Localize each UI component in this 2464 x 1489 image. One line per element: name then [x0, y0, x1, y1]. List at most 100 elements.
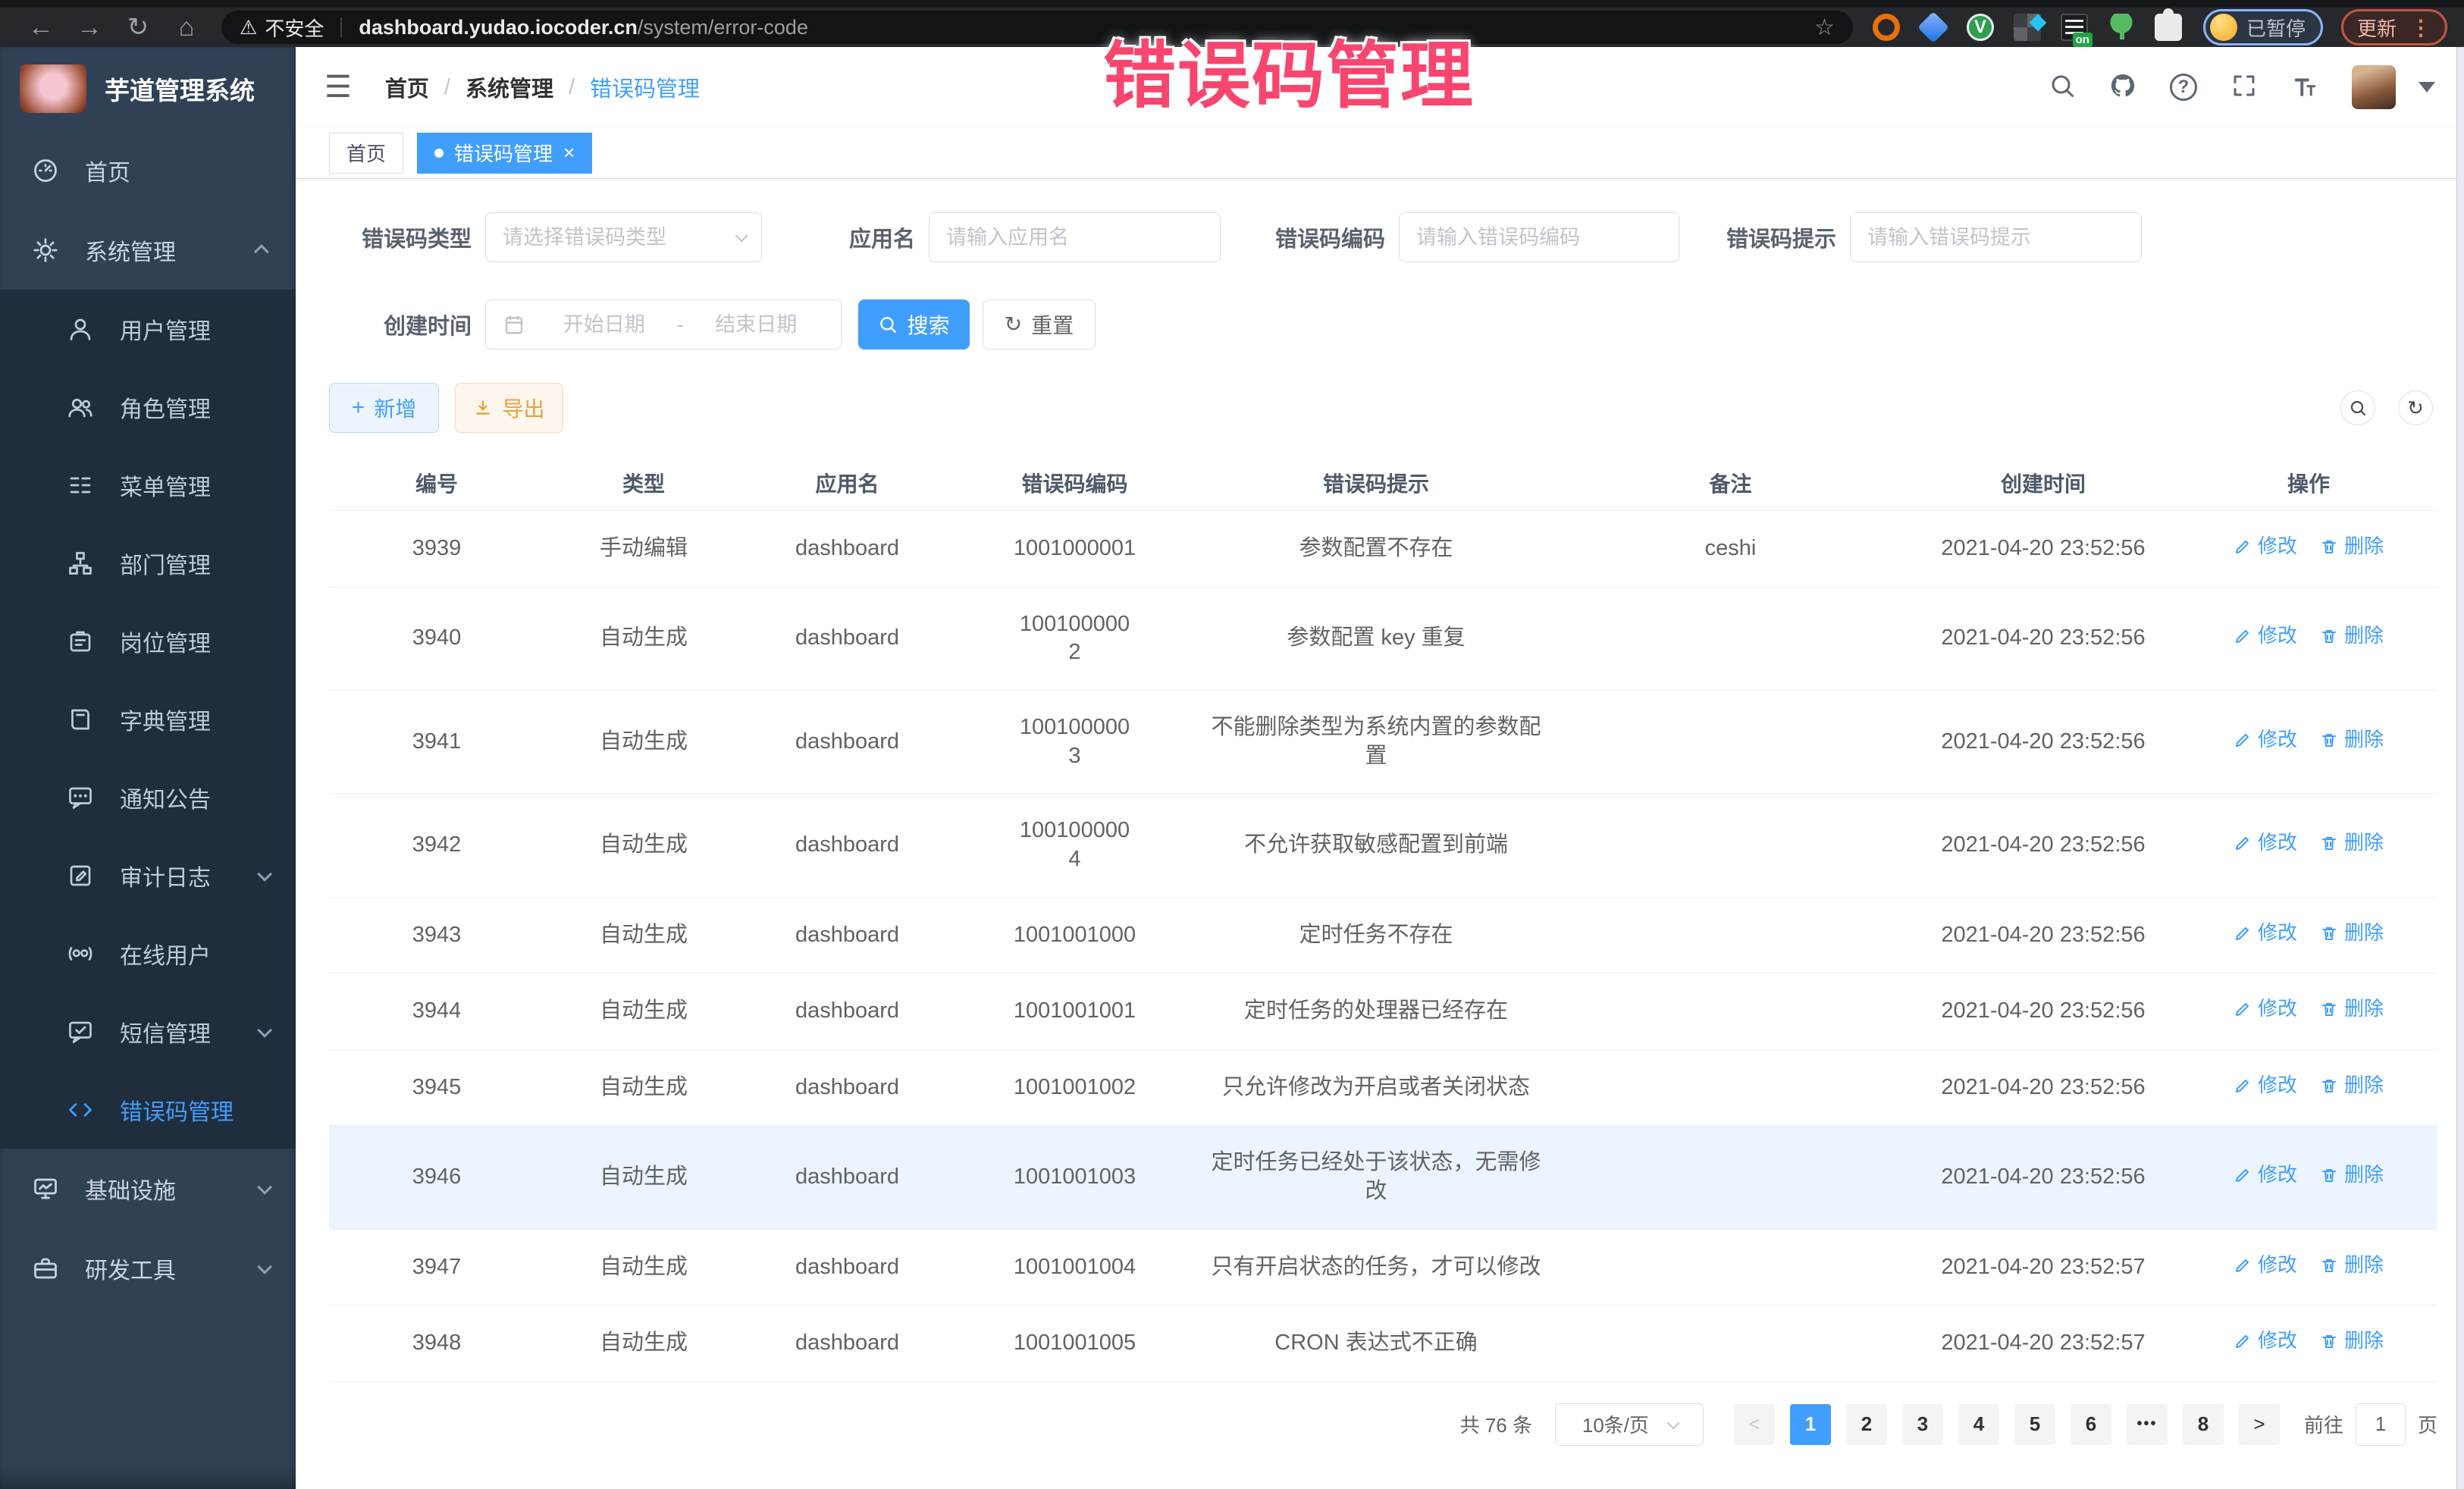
sidebar-item-9[interactable]: 审计日志 [0, 836, 296, 914]
browser-menu-icon[interactable]: ⋮ [2410, 15, 2431, 40]
sidebar-item-5[interactable]: 部门管理 [0, 524, 296, 602]
sidebar-item-3[interactable]: 角色管理 [0, 368, 296, 446]
row-code: 1001001005 [951, 1306, 1198, 1382]
breadcrumb-system[interactable]: 系统管理 [466, 71, 553, 103]
sidebar-item-0[interactable]: 首页 [0, 130, 296, 210]
next-page-button[interactable]: > [2239, 1404, 2280, 1445]
app-label: 应用名 [849, 221, 929, 253]
page-button-2[interactable]: 2 [1846, 1404, 1887, 1445]
edit-link[interactable]: 修改 [2234, 1252, 2297, 1278]
scrollbar[interactable] [2456, 47, 2464, 1489]
extensions-puzzle-icon[interactable] [2155, 14, 2182, 41]
page-size-select[interactable]: 10条/页 [1555, 1403, 1704, 1446]
extension-icon[interactable] [2014, 14, 2041, 41]
end-date-input[interactable] [688, 313, 825, 337]
app-input[interactable] [946, 226, 1203, 249]
browser-update-button[interactable]: 更新 ⋮ [2341, 9, 2447, 45]
tab-home[interactable]: 首页 [329, 133, 403, 174]
edit-link[interactable]: 修改 [2234, 1162, 2297, 1188]
home-icon[interactable]: ⌂ [162, 13, 211, 42]
fullscreen-icon[interactable] [2230, 72, 2258, 103]
tab-error-code[interactable]: 错误码管理 × [417, 133, 592, 174]
extension-icon[interactable]: on [2061, 14, 2088, 41]
hamburger-icon[interactable]: ☰ [324, 70, 352, 105]
sidebar-item-2[interactable]: 用户管理 [0, 290, 296, 368]
page-button-6[interactable]: 6 [2071, 1404, 2111, 1445]
sidebar-item-6[interactable]: 岗位管理 [0, 602, 296, 680]
edit-link[interactable]: 修改 [2234, 920, 2297, 946]
delete-link[interactable]: 删除 [2320, 727, 2384, 753]
sidebar-item-11[interactable]: 短信管理 [0, 992, 296, 1071]
delete-link[interactable]: 删除 [2320, 534, 2384, 560]
sidebar-item-12[interactable]: 错误码管理 [0, 1071, 296, 1149]
delete-link[interactable]: 删除 [2320, 623, 2384, 649]
sidebar-item-7[interactable]: 字典管理 [0, 680, 296, 758]
refresh-table-button[interactable]: ↻ [2398, 390, 2433, 425]
row-msg: 定时任务不存在 [1198, 897, 1554, 973]
url-path: /system/error-code [638, 16, 808, 39]
code-input[interactable] [1416, 226, 1662, 249]
profile-chip[interactable]: 已暂停 [2203, 9, 2323, 45]
bookmark-star-icon[interactable]: ☆ [1814, 14, 1835, 41]
extension-icon[interactable]: V [1967, 14, 1994, 41]
github-icon[interactable] [2109, 72, 2136, 103]
delete-link[interactable]: 删除 [2320, 996, 2384, 1022]
more-pages-button[interactable]: ••• [2127, 1404, 2168, 1445]
breadcrumb-home[interactable]: 首页 [385, 71, 429, 103]
sidebar-item-8[interactable]: 通知公告 [0, 758, 296, 836]
delete-link[interactable]: 删除 [2320, 830, 2384, 856]
tab-close-icon[interactable]: × [563, 141, 575, 165]
start-date-input[interactable] [536, 313, 672, 337]
edit-link[interactable]: 修改 [2234, 727, 2297, 753]
page-button-3[interactable]: 3 [1902, 1404, 1943, 1445]
search-button[interactable]: 搜索 [858, 299, 970, 350]
page-button-8[interactable]: 8 [2183, 1404, 2224, 1445]
back-icon[interactable]: ← [17, 13, 65, 42]
reset-button[interactable]: ↻ 重置 [983, 299, 1096, 350]
edit-link[interactable]: 修改 [2234, 830, 2297, 856]
sidebar-logo[interactable]: 芋道管理系统 [0, 47, 296, 130]
sidebar-item-1[interactable]: 系统管理 [0, 210, 296, 290]
page-button-1[interactable]: 1 [1790, 1404, 1831, 1445]
page-button-4[interactable]: 4 [1958, 1404, 1999, 1445]
extension-icon[interactable] [1917, 11, 1949, 43]
search-icon[interactable] [2049, 72, 2076, 103]
reload-icon[interactable]: ↻ [114, 12, 162, 42]
delete-link[interactable]: 删除 [2320, 1073, 2384, 1099]
msg-input[interactable] [1867, 226, 2124, 249]
sidebar-item-10[interactable]: 在线用户 [0, 914, 296, 992]
date-separator: - [672, 313, 688, 337]
tree-icon [65, 548, 96, 578]
security-warning[interactable]: ⚠ 不安全 [240, 14, 324, 42]
user-avatar[interactable] [2352, 65, 2396, 109]
avatar-caret-icon[interactable] [2419, 82, 2435, 92]
delete-link[interactable]: 删除 [2320, 1328, 2384, 1354]
help-icon[interactable]: ? [2170, 74, 2197, 101]
edit-link[interactable]: 修改 [2234, 534, 2297, 560]
edit-link[interactable]: 修改 [2234, 623, 2297, 649]
edit-link[interactable]: 修改 [2234, 1073, 2297, 1099]
delete-link[interactable]: 删除 [2320, 920, 2384, 946]
delete-link[interactable]: 删除 [2320, 1162, 2384, 1188]
page-button-5[interactable]: 5 [2014, 1404, 2055, 1445]
font-size-icon[interactable] [2291, 72, 2318, 103]
sidebar-item-4[interactable]: 菜单管理 [0, 446, 296, 524]
goto-page-input[interactable] [2356, 1403, 2406, 1446]
delete-link[interactable]: 删除 [2320, 1252, 2384, 1278]
date-range-picker[interactable]: - [485, 299, 842, 350]
toggle-search-button[interactable] [2340, 390, 2375, 425]
row-remark [1554, 587, 1907, 690]
extension-icon[interactable] [1873, 14, 1900, 41]
prev-page-button[interactable]: < [1734, 1404, 1775, 1445]
sidebar-item-13[interactable]: 基础设施 [0, 1149, 296, 1228]
forward-icon[interactable]: → [65, 13, 114, 42]
edit-link[interactable]: 修改 [2234, 1328, 2297, 1354]
extension-icon[interactable] [2108, 14, 2135, 41]
export-button[interactable]: 导出 [455, 383, 563, 433]
add-button[interactable]: + 新增 [329, 383, 439, 433]
type-select[interactable] [485, 212, 762, 262]
type-select-input[interactable] [503, 226, 728, 249]
sidebar-item-14[interactable]: 研发工具 [0, 1228, 296, 1308]
address-bar[interactable]: ⚠ 不安全 dashboard.yudao.iocoder.cn/system/… [221, 11, 1853, 44]
edit-link[interactable]: 修改 [2234, 996, 2297, 1022]
